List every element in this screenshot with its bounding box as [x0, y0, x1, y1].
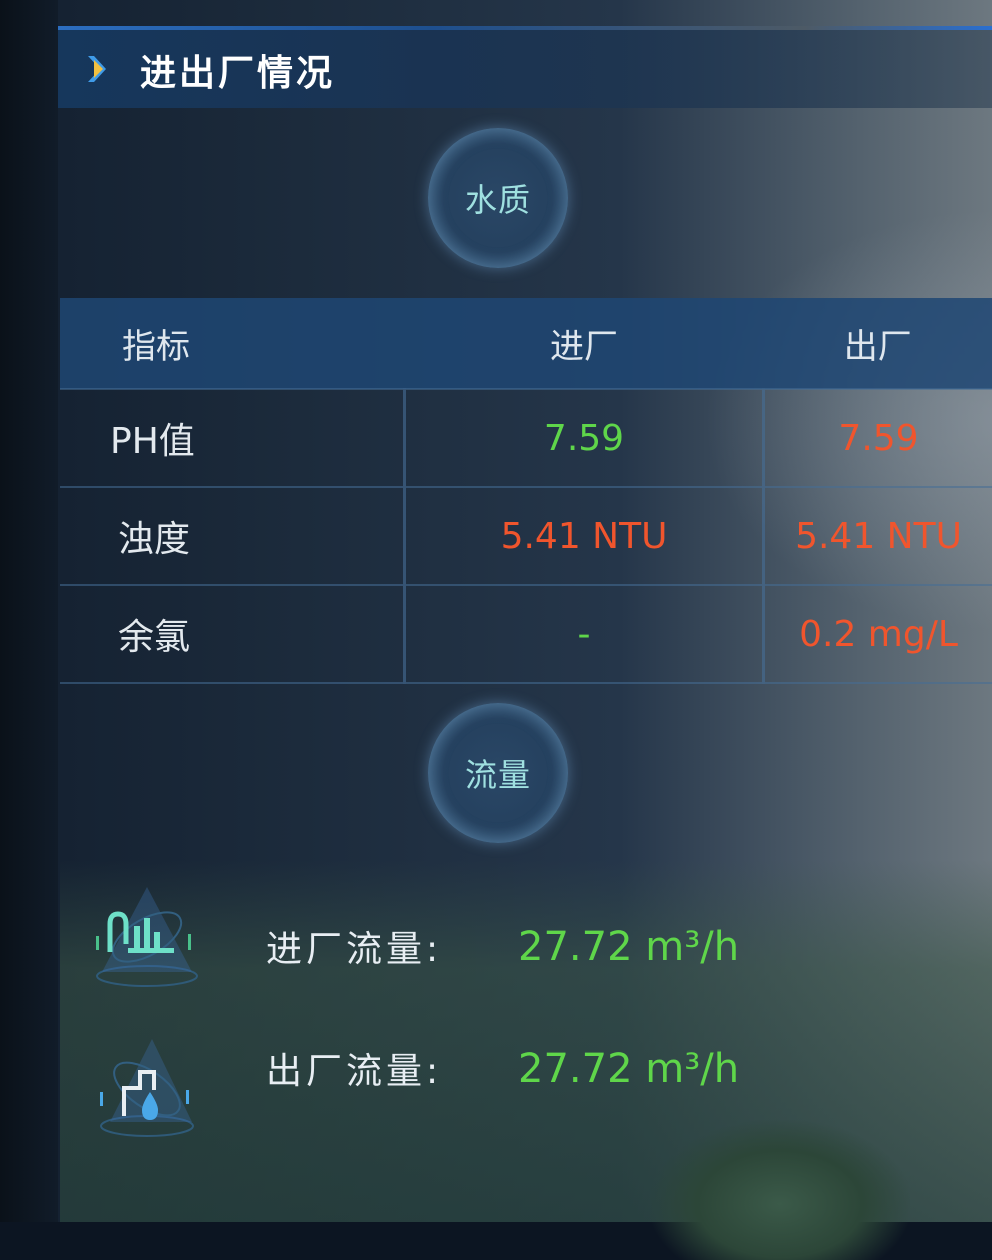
- column-header-indicator: 指标: [60, 298, 405, 389]
- row-label-ph: PH值: [60, 389, 405, 487]
- outflow-label: 出厂流量:: [266, 1042, 442, 1094]
- chevron-right-icon: [84, 52, 116, 86]
- table-header-row: 指标 进厂 出厂: [60, 298, 992, 389]
- water-quality-table: 指标 进厂 出厂 PH值 7.59 7.59 浊度 5.41 NTU 5.41 …: [60, 298, 992, 684]
- ph-inlet-value: 7.59: [405, 389, 764, 487]
- turbidity-outlet-value: 5.41 NTU: [764, 487, 992, 585]
- left-border: [0, 0, 58, 1222]
- table-row: PH值 7.59 7.59: [60, 389, 992, 487]
- row-label-turbidity: 浊度: [60, 487, 405, 585]
- turbidity-inlet-value: 5.41 NTU: [405, 487, 764, 585]
- table-row: 浊度 5.41 NTU 5.41 NTU: [60, 487, 992, 585]
- panel-header: 进出厂情况: [58, 30, 992, 108]
- water-quality-badge-label: 水质: [465, 175, 531, 221]
- flow-badge: 流量: [428, 703, 568, 843]
- panel-title: 进出厂情况: [140, 44, 335, 96]
- outflow-value: 27.72 m³/h: [518, 1046, 739, 1092]
- background-tree: [650, 1120, 910, 1260]
- chlorine-outlet-value: 0.2 mg/L: [764, 585, 992, 683]
- table-row: 余氯 - 0.2 mg/L: [60, 585, 992, 683]
- outflow-drop-icon: [92, 1034, 202, 1144]
- column-header-outlet: 出厂: [764, 298, 992, 389]
- flow-badge-label: 流量: [465, 750, 531, 796]
- inflow-value: 27.72 m³/h: [518, 924, 739, 970]
- water-quality-badge: 水质: [428, 128, 568, 268]
- inflow-label: 进厂流量:: [266, 920, 442, 972]
- inflow-chart-icon: [92, 882, 202, 992]
- chlorine-inlet-value: -: [405, 585, 764, 683]
- ph-outlet-value: 7.59: [764, 389, 992, 487]
- column-header-inlet: 进厂: [405, 298, 764, 389]
- row-label-chlorine: 余氯: [60, 585, 405, 683]
